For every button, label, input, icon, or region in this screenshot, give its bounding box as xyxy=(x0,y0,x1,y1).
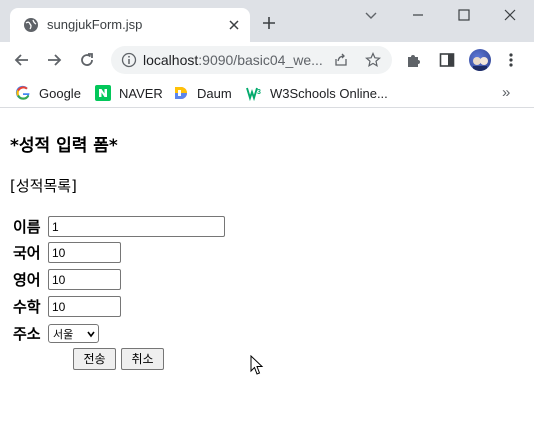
bookmark-daum[interactable]: Daum xyxy=(173,84,232,102)
korean-score-input[interactable] xyxy=(48,242,121,263)
mouse-cursor-icon xyxy=(250,355,264,375)
side-panel-icon[interactable] xyxy=(438,51,456,69)
bookmark-w3schools[interactable]: 3 W3Schools Online... xyxy=(246,84,388,102)
site-info-icon[interactable] xyxy=(121,52,137,68)
bookmark-naver[interactable]: NAVER xyxy=(95,84,163,102)
tab-title: sungjukForm.jsp xyxy=(47,17,143,32)
page-content: *성적 입력 폼* [성적목록] 이름 국어 영어 수학 주소 서울 전송 취소 xyxy=(0,110,534,421)
address-selected-value: 서울 xyxy=(53,328,74,341)
english-label: 영어 xyxy=(13,271,41,289)
bookmarks-bar: Google NAVER Daum 3 W3Schools Online... … xyxy=(0,78,534,108)
google-icon xyxy=(15,85,30,100)
kebab-menu-icon[interactable] xyxy=(502,51,520,69)
share-icon[interactable] xyxy=(333,52,349,68)
browser-toolbar: localhost:9090/basic04_we... xyxy=(0,42,534,78)
name-label: 이름 xyxy=(13,218,41,236)
bookmark-label: Daum xyxy=(197,85,232,101)
back-arrow-icon[interactable] xyxy=(13,51,31,69)
new-tab-icon[interactable] xyxy=(261,15,277,31)
bookmark-label: W3Schools Online... xyxy=(270,85,388,101)
grade-list-link[interactable]: [성적목록] xyxy=(10,175,77,196)
url-text: localhost:9090/basic04_we... xyxy=(143,52,323,68)
extensions-puzzle-icon[interactable] xyxy=(405,51,423,69)
profile-avatar[interactable] xyxy=(469,49,491,71)
more-bookmarks-chevron-icon[interactable]: » xyxy=(502,84,510,101)
close-tab-icon[interactable] xyxy=(226,17,242,33)
avatar-image-icon xyxy=(473,57,488,71)
english-score-input[interactable] xyxy=(48,269,121,290)
tab-strip: sungjukForm.jsp xyxy=(0,0,534,42)
korean-label: 국어 xyxy=(13,244,41,262)
submit-button[interactable]: 전송 xyxy=(73,348,116,370)
page-title: *성적 입력 폼* xyxy=(10,136,118,156)
browser-tab[interactable]: sungjukForm.jsp xyxy=(10,8,250,42)
chevron-down-icon xyxy=(87,331,95,338)
math-score-input[interactable] xyxy=(48,296,121,317)
reload-icon[interactable] xyxy=(78,51,96,69)
minimize-icon[interactable] xyxy=(408,6,428,24)
tab-search-icon[interactable] xyxy=(361,6,381,24)
globe-icon xyxy=(24,18,38,32)
bookmark-label: NAVER xyxy=(119,85,163,101)
naver-icon xyxy=(95,85,111,101)
bookmark-star-icon[interactable] xyxy=(365,52,381,68)
address-select[interactable]: 서울 xyxy=(48,324,99,343)
svg-text:3: 3 xyxy=(257,89,261,96)
address-label: 주소 xyxy=(13,325,41,343)
name-input[interactable] xyxy=(48,216,225,237)
forward-arrow-icon[interactable] xyxy=(45,51,63,69)
close-window-icon[interactable] xyxy=(500,6,520,24)
address-bar[interactable]: localhost:9090/basic04_we... xyxy=(111,46,392,74)
math-label: 수학 xyxy=(13,298,41,316)
w3schools-icon: 3 xyxy=(246,87,261,101)
bookmark-google[interactable]: Google xyxy=(15,84,81,102)
reset-button[interactable]: 취소 xyxy=(121,348,164,370)
bookmark-label: Google xyxy=(39,85,81,101)
daum-icon xyxy=(175,87,187,99)
maximize-icon[interactable] xyxy=(454,6,474,24)
